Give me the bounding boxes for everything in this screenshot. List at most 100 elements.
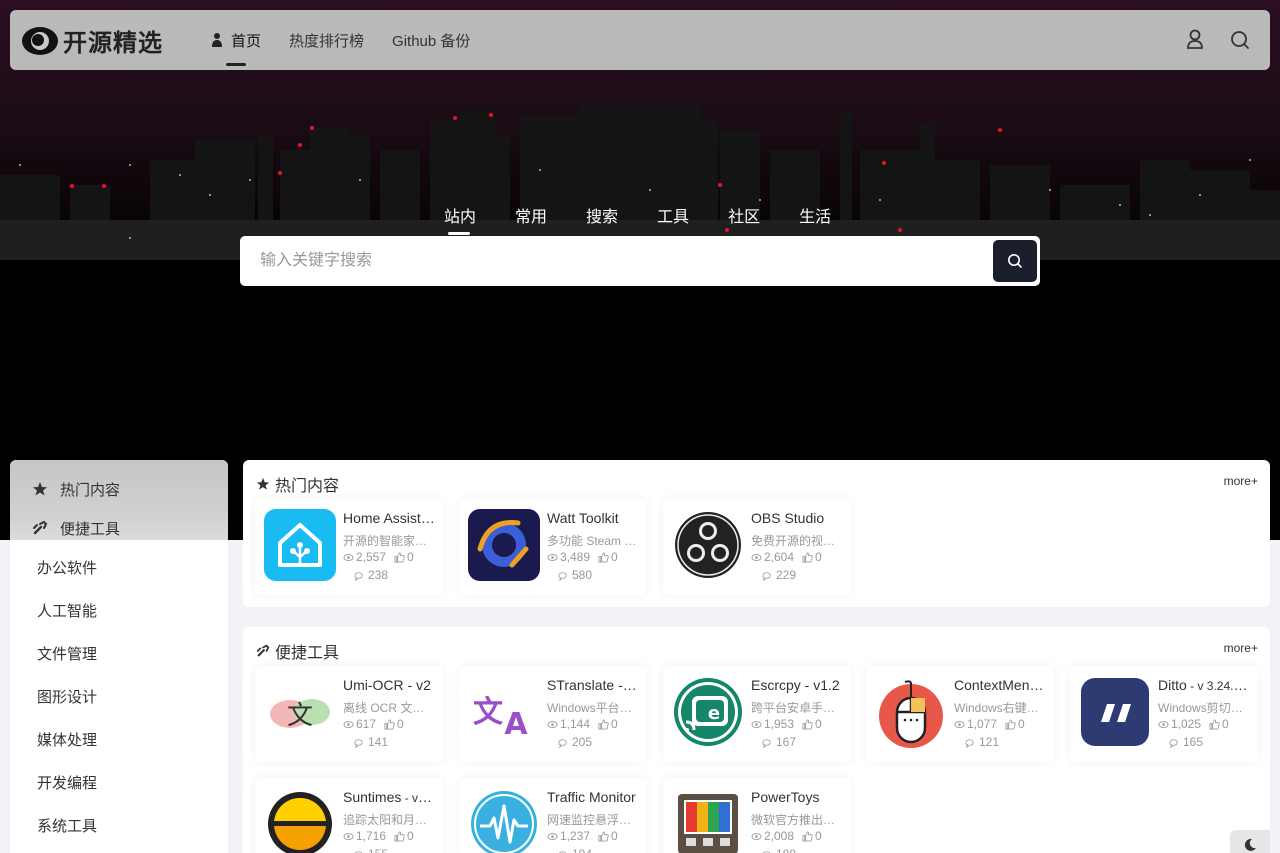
comment-count: 141 [368,735,389,749]
card-desc: 开源的智能家居平台 [343,534,435,548]
sidebar-item-files[interactable]: 文件管理 [10,633,228,673]
card-desc: 微软官方推出的工具集 [751,813,843,827]
obs-studio-logo [672,509,744,581]
search-submit-button[interactable] [993,240,1037,282]
app-card-umi-ocr[interactable]: 文 Umi-OCR - v2 离线 OCR 文字识别 617 0 141 [255,666,443,762]
sidebar-item-media[interactable]: 媒体处理 [10,719,228,759]
sidebar-item-system[interactable]: 系统工具 [10,805,228,845]
like-count: 0 [407,550,414,564]
app-card-escrcpy[interactable]: e Escrcpy - v1.2 跨平台安卓手机投屏 1,953 0 167 [663,666,851,762]
card-title: STranslate - v1 [547,677,639,693]
app-card-context-menu-manager[interactable]: ContextMenuManager Windows右键菜单管理 1,077 0… [866,666,1054,762]
umi-ocr-logo: 文 [264,676,336,748]
search-tab-site[interactable]: 站内 [444,203,476,235]
card-desc: 网速监控悬浮窗软件 [547,813,639,827]
panel-title-text: 热门内容 [275,478,340,495]
comment-icon [558,738,567,748]
site-logo[interactable]: 开源精选 [21,23,163,58]
like-count: 0 [1222,717,1229,731]
search-tab-community[interactable]: 社区 [728,203,760,227]
nav-ranking-label: 热度排行榜 [289,32,365,50]
svg-text:A: A [504,707,528,742]
more-link[interactable]: more+ [1224,641,1258,655]
card-comments: 165 [1168,735,1203,749]
comment-count: 238 [368,568,389,582]
sidebar-item-ai[interactable]: 人工智能 [10,590,228,630]
comment-icon [354,738,363,748]
home-icon [278,523,322,567]
search-box [240,236,1040,286]
eye-logo-icon [22,26,58,55]
powertoys-icon [678,794,738,853]
app-card-powertoys[interactable]: PowerToys 微软官方推出的工具集 2,008 0 188 [663,778,851,853]
sidebar-item-label: 系统工具 [37,817,98,835]
panel-title: 热门内容 [256,472,339,496]
card-stats: 1,716 0 [343,829,414,843]
card-stats: 3,489 0 [547,550,618,564]
obs-icon [675,512,741,578]
more-link[interactable]: more+ [1224,474,1258,488]
nav-github-backup[interactable]: Github 备份 [392,10,470,70]
card-comments: 167 [761,735,796,749]
card-stats: 617 0 [343,717,404,731]
comment-icon [762,571,771,581]
search-tab-life[interactable]: 生活 [799,203,831,227]
comment-icon [965,738,974,748]
card-desc: 追踪太阳和月亮时间 [343,813,435,827]
thumbs-up-icon [394,831,405,841]
card-comments: 580 [557,568,592,582]
thumbs-up-icon [598,552,609,562]
thumbs-up-icon [394,552,405,562]
top-header: 开源精选 首页 热度排行榜 Github 备份 [10,10,1270,70]
search-tab-search[interactable]: 搜索 [586,203,618,227]
nav-home[interactable]: 首页 [211,10,261,70]
app-card-obs-studio[interactable]: OBS Studio 免费开源的视频录制 2,604 0 229 [663,499,851,595]
person-icon [212,33,222,47]
view-count: 3,489 [560,550,591,564]
sidebar-item-hot[interactable]: 热门内容 [10,469,228,509]
eye-icon [751,832,762,840]
panel-title: 便捷工具 [256,639,339,663]
eye-icon [547,720,558,728]
comment-count: 580 [572,568,593,582]
tools-icon [256,644,270,657]
card-comments: 121 [964,735,999,749]
app-card-traffic-monitor[interactable]: Traffic Monitor 网速监控悬浮窗软件 1,237 0 194 [459,778,647,853]
home-assistant-logo [264,509,336,581]
search-icon[interactable] [1229,28,1251,50]
card-stats: 2,008 0 [751,829,822,843]
app-card-ditto[interactable]: Ditto - v 3.24.246 Windows剪切板增强 1,025 0 … [1070,666,1258,762]
search-input[interactable] [240,236,990,286]
sidebar-item-label: 热门内容 [60,481,121,499]
sidebar-item-design[interactable]: 图形设计 [10,676,228,716]
card-title: Home Assistant [343,510,435,526]
card-comments: 141 [353,735,388,749]
card-title: Traffic Monitor [547,789,636,805]
search-tab-tools[interactable]: 工具 [657,203,689,227]
app-card-stranslate[interactable]: 文 A STranslate - v1 Windows平台翻译工具 1,144 … [459,666,647,762]
sidebar-item-office[interactable]: 办公软件 [10,547,228,587]
app-card-home-assistant[interactable]: Home Assistant 开源的智能家居平台 2,557 0 238 [255,499,443,595]
view-count: 1,077 [967,717,998,731]
escrcpy-logo: e [672,676,744,748]
view-count: 2,008 [764,829,795,843]
nav-ranking[interactable]: 热度排行榜 [289,10,364,70]
svg-text:文: 文 [473,695,503,730]
app-card-suntimes[interactable]: Suntimes - v0.16 追踪太阳和月亮时间 1,716 0 155 [255,778,443,853]
like-count: 0 [1018,717,1025,731]
search-tab-common[interactable]: 常用 [515,203,547,227]
tools-icon [33,520,48,535]
view-count: 1,716 [356,829,387,843]
user-icon[interactable] [1184,28,1206,50]
card-title-suffix: - v 3.24.246 [1186,679,1250,693]
card-title: Umi-OCR - v2 [343,677,431,693]
theme-toggle-button[interactable] [1230,830,1270,853]
view-count: 1,953 [764,717,795,731]
app-card-watt-toolkit[interactable]: Watt Toolkit 多功能 Steam 工具箱 3,489 0 580 [459,499,647,595]
mouse-icon [879,680,943,748]
sidebar-item-tools[interactable]: 便捷工具 [10,508,228,548]
card-desc: 离线 OCR 文字识别 [343,701,435,715]
card-desc: Windows剪切板增强 [1158,701,1250,715]
gear-icon [477,520,529,568]
sidebar-item-dev[interactable]: 开发编程 [10,762,228,802]
